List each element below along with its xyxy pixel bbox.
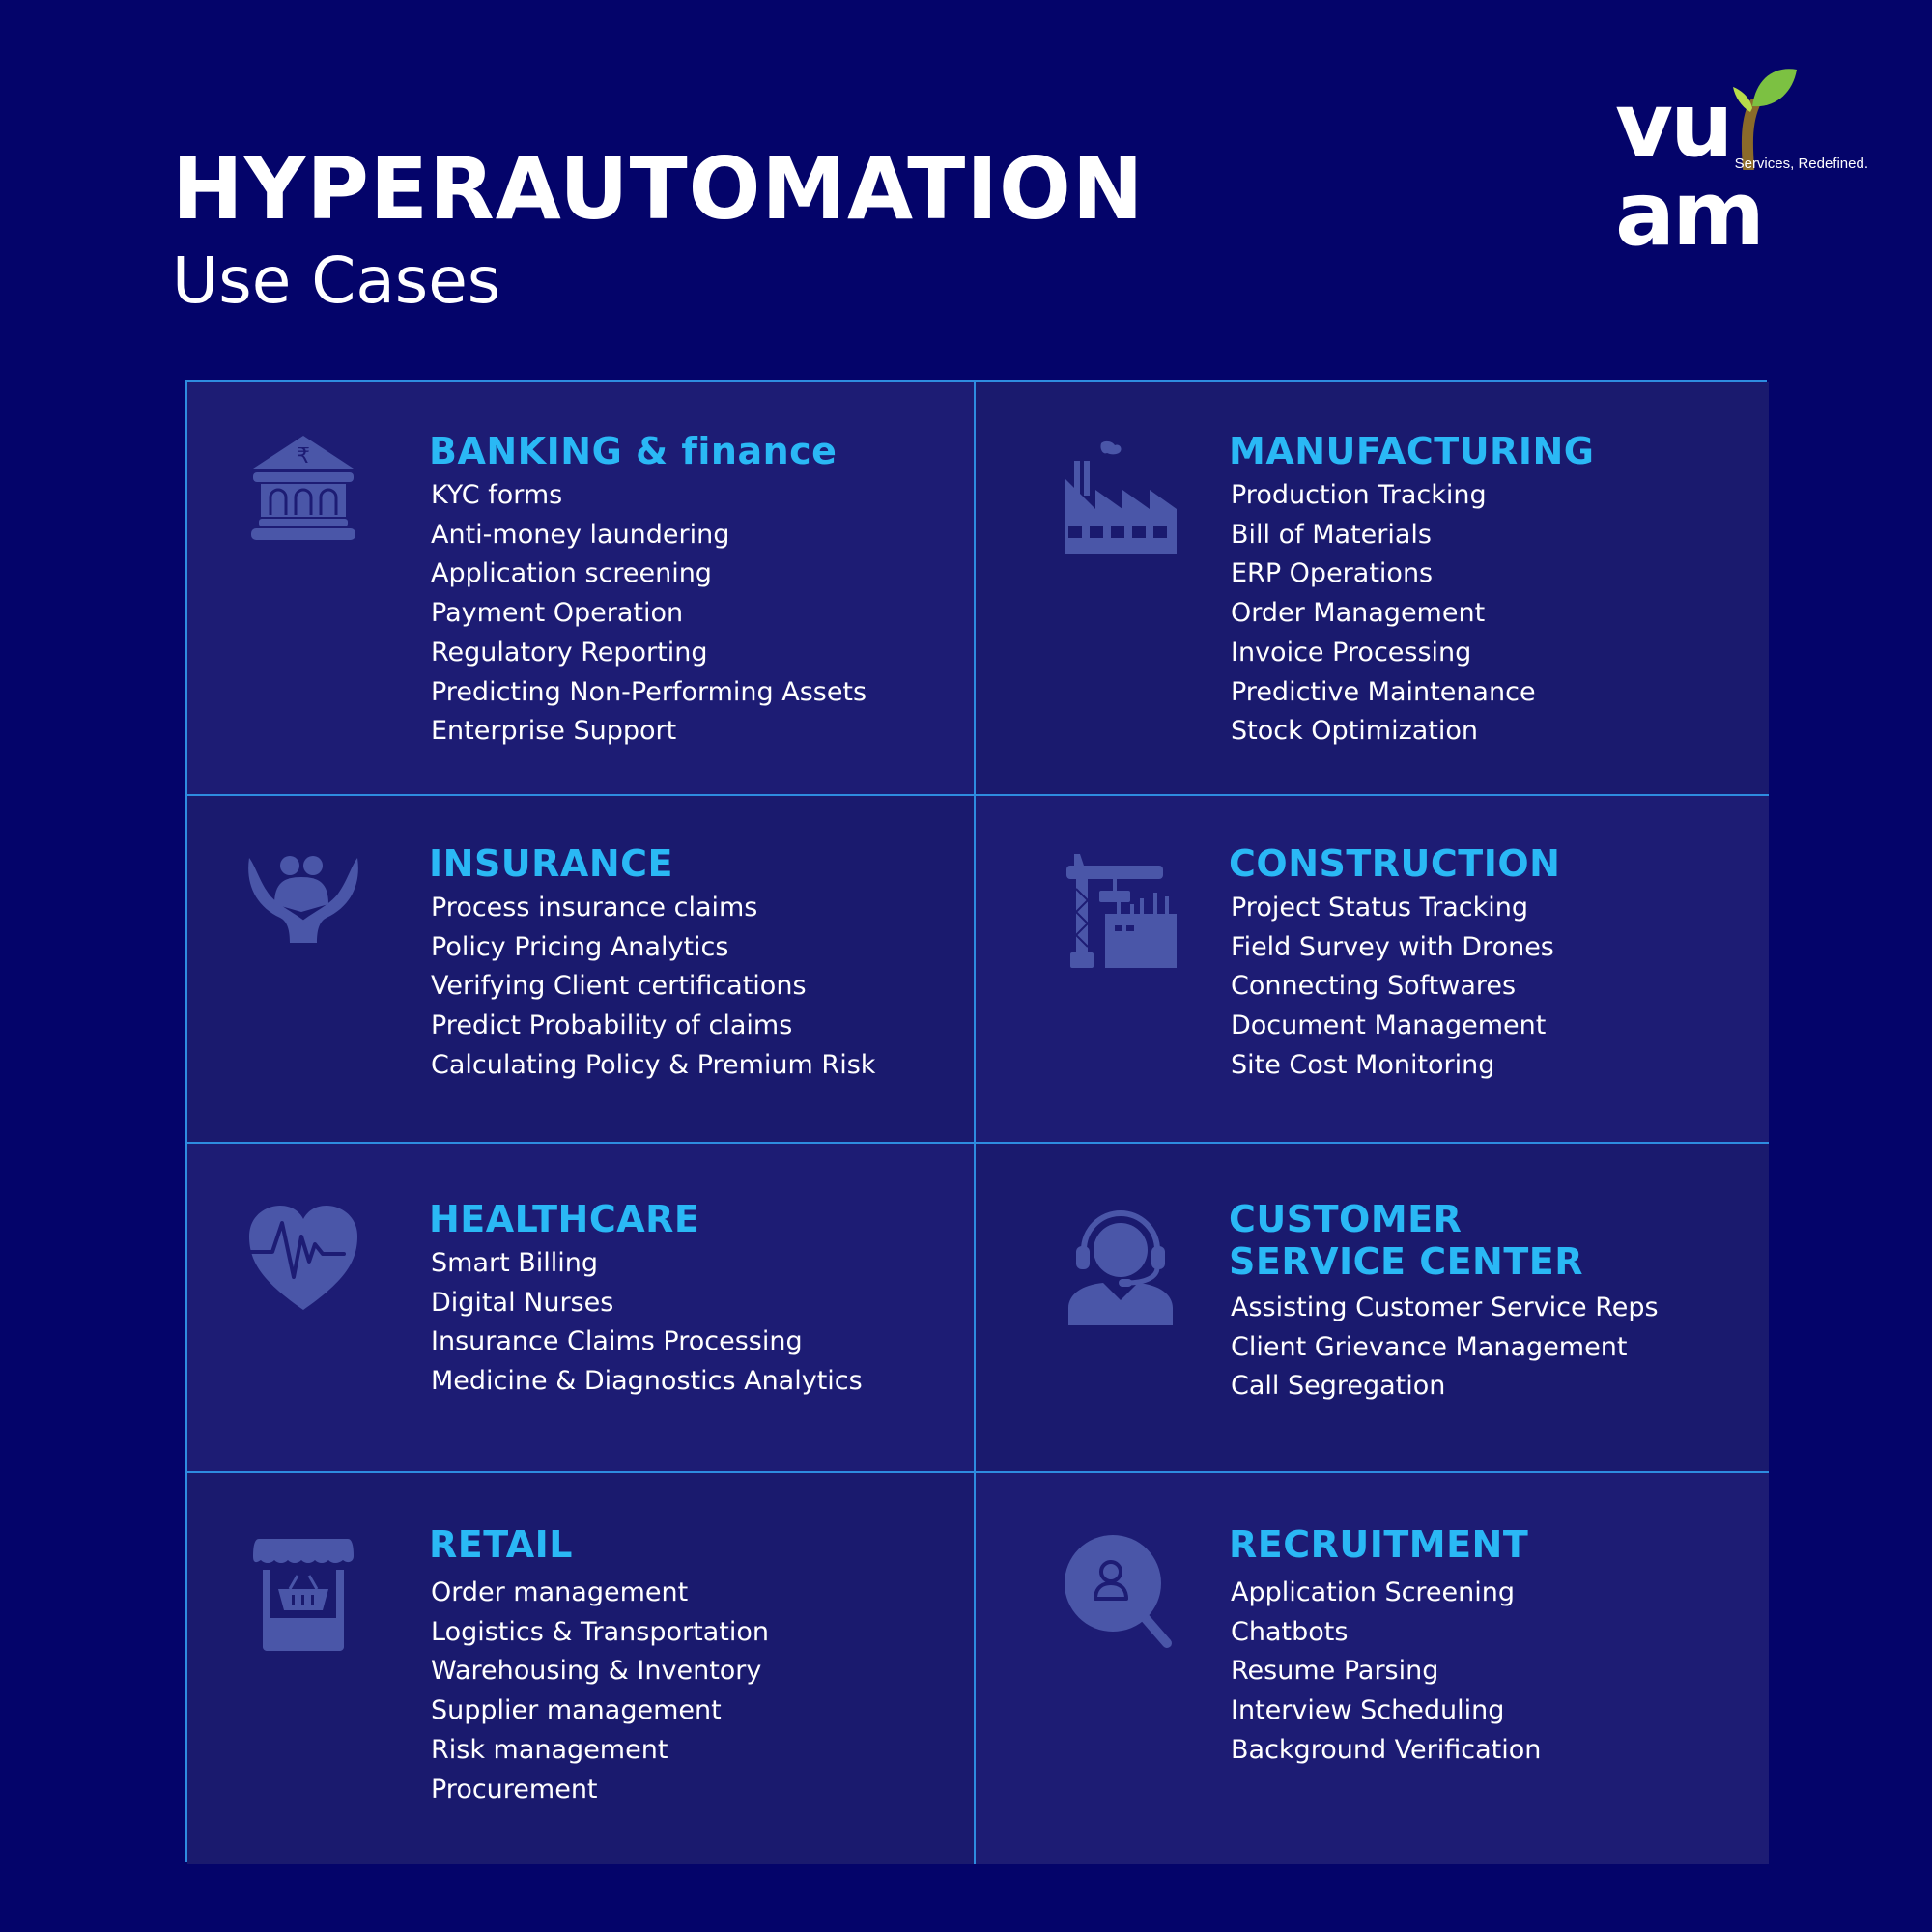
list-item: Interview Scheduling xyxy=(1231,1695,1505,1726)
section-content: RECRUITMENT Application Screening Chatbo… xyxy=(1229,1523,1541,1771)
list-item: Regulatory Reporting xyxy=(431,637,708,668)
section-heading: RECRUITMENT xyxy=(1229,1523,1529,1566)
use-case-list: Application Screening Chatbots Resume Pa… xyxy=(1229,1574,1541,1771)
list-item: Document Management xyxy=(1231,1010,1547,1041)
list-item: Site Cost Monitoring xyxy=(1231,1049,1495,1080)
use-case-list: KYC forms Anti-money laundering Applicat… xyxy=(429,476,867,752)
heart-pulse-icon xyxy=(249,1206,357,1310)
list-item: Call Segregation xyxy=(1231,1371,1446,1402)
section-construction: CONSTRUCTION Project Status Tracking Fie… xyxy=(976,796,1769,1144)
section-banking: ₹ BANKING & finance KYC forms Anti-money… xyxy=(187,382,976,796)
section-heading: MANUFACTURING xyxy=(1229,430,1595,472)
hands-family-icon xyxy=(248,856,358,943)
use-case-list: Production Tracking Bill of Materials ER… xyxy=(1229,476,1594,752)
list-item: Stock Optimization xyxy=(1231,716,1479,747)
list-item: Verifying Client certifications xyxy=(431,971,807,1002)
search-person-icon xyxy=(1065,1535,1172,1648)
section-content: HEALTHCARE Smart Billing Digital Nurses … xyxy=(429,1198,863,1402)
list-item: Application Screening xyxy=(1231,1577,1516,1607)
list-item: Background Verification xyxy=(1231,1734,1542,1765)
use-case-list: Process insurance claims Policy Pricing … xyxy=(429,889,875,1086)
section-heading: INSURANCE xyxy=(429,842,673,885)
section-customer-service: CUSTOMER SERVICE CENTER Assisting Custom… xyxy=(976,1144,1769,1473)
list-item: Risk management xyxy=(431,1734,668,1765)
list-item: Digital Nurses xyxy=(431,1287,614,1318)
list-item: Process insurance claims xyxy=(431,893,758,923)
list-item: Bill of Materials xyxy=(1231,519,1432,550)
list-item: Policy Pricing Analytics xyxy=(431,931,729,962)
list-item: Anti-money laundering xyxy=(431,519,730,550)
list-item: Medicine & Diagnostics Analytics xyxy=(431,1366,863,1397)
list-item: Field Survey with Drones xyxy=(1231,931,1554,962)
crane-building-icon xyxy=(1066,854,1177,968)
list-item: Supplier management xyxy=(431,1695,722,1726)
page-subtitle: Use Cases xyxy=(172,243,501,318)
section-heading: CONSTRUCTION xyxy=(1229,842,1561,885)
section-content: BANKING & finance KYC forms Anti-money l… xyxy=(429,430,867,752)
list-item: Predictive Maintenance xyxy=(1231,676,1536,707)
list-item: Calculating Policy & Premium Risk xyxy=(431,1049,876,1080)
list-item: Insurance Claims Processing xyxy=(431,1326,803,1357)
section-heading: BANKING & finance xyxy=(429,430,838,472)
section-retail: RETAIL Order management Logistics & Tran… xyxy=(187,1473,976,1864)
section-content: RETAIL Order management Logistics & Tran… xyxy=(429,1523,769,1809)
list-item: Connecting Softwares xyxy=(1231,971,1517,1002)
section-heading: RETAIL xyxy=(429,1523,573,1566)
section-manufacturing: MANUFACTURING Production Tracking Bill o… xyxy=(976,382,1769,796)
list-item: Logistics & Transportation xyxy=(431,1616,769,1647)
list-item: Payment Operation xyxy=(431,598,684,629)
section-content: INSURANCE Process insurance claims Polic… xyxy=(429,842,875,1086)
bank-rupee-icon: ₹ xyxy=(251,436,355,540)
factory-icon xyxy=(1065,440,1177,554)
use-cases-grid: ₹ BANKING & finance KYC forms Anti-money… xyxy=(185,380,1769,1864)
list-item: Resume Parsing xyxy=(1231,1656,1439,1687)
list-item: Production Tracking xyxy=(1231,480,1487,510)
list-item: Assisting Customer Service Reps xyxy=(1231,1293,1659,1322)
section-recruitment: RECRUITMENT Application Screening Chatbo… xyxy=(976,1473,1769,1864)
use-case-list: Project Status Tracking Field Survey wit… xyxy=(1229,889,1560,1086)
list-item: Procurement xyxy=(431,1774,598,1804)
section-content: CONSTRUCTION Project Status Tracking Fie… xyxy=(1229,842,1560,1086)
section-heading: CUSTOMER SERVICE CENTER xyxy=(1229,1198,1583,1283)
list-item: Predicting Non-Performing Assets xyxy=(431,676,867,707)
list-item: Application screening xyxy=(431,558,712,589)
logo-tagline: Services, Redefined. xyxy=(1734,156,1868,172)
list-item: KYC forms xyxy=(431,480,563,510)
use-case-list: Order management Logistics & Transportat… xyxy=(429,1574,769,1809)
section-heading: HEALTHCARE xyxy=(429,1198,700,1240)
use-case-list: Assisting Customer Service Reps Client G… xyxy=(1229,1289,1659,1406)
headset-agent-icon xyxy=(1068,1210,1173,1325)
section-content: CUSTOMER SERVICE CENTER Assisting Custom… xyxy=(1229,1198,1659,1406)
list-item: Chatbots xyxy=(1231,1616,1349,1647)
list-item: ERP Operations xyxy=(1231,558,1434,589)
list-item: Order Management xyxy=(1231,598,1486,629)
list-item: Order management xyxy=(431,1577,689,1607)
list-item: Predict Probability of claims xyxy=(431,1010,793,1041)
page-title: HYPERAUTOMATION xyxy=(172,139,1145,239)
list-item: Smart Billing xyxy=(431,1248,599,1278)
list-item: Invoice Processing xyxy=(1231,637,1472,668)
list-item: Warehousing & Inventory xyxy=(431,1656,762,1687)
shop-basket-icon xyxy=(253,1539,354,1651)
list-item: Enterprise Support xyxy=(431,716,677,747)
section-insurance: INSURANCE Process insurance claims Polic… xyxy=(187,796,976,1144)
vuram-logo: vuam Services, Redefined. xyxy=(1615,64,1868,259)
list-item: Project Status Tracking xyxy=(1231,893,1528,923)
leaf-icon xyxy=(1733,69,1797,170)
section-content: MANUFACTURING Production Tracking Bill o… xyxy=(1229,430,1594,752)
list-item: Client Grievance Management xyxy=(1231,1331,1628,1362)
use-case-list: Smart Billing Digital Nurses Insurance C… xyxy=(429,1244,863,1402)
section-healthcare: HEALTHCARE Smart Billing Digital Nurses … xyxy=(187,1144,976,1473)
svg-text:₹: ₹ xyxy=(297,444,310,469)
